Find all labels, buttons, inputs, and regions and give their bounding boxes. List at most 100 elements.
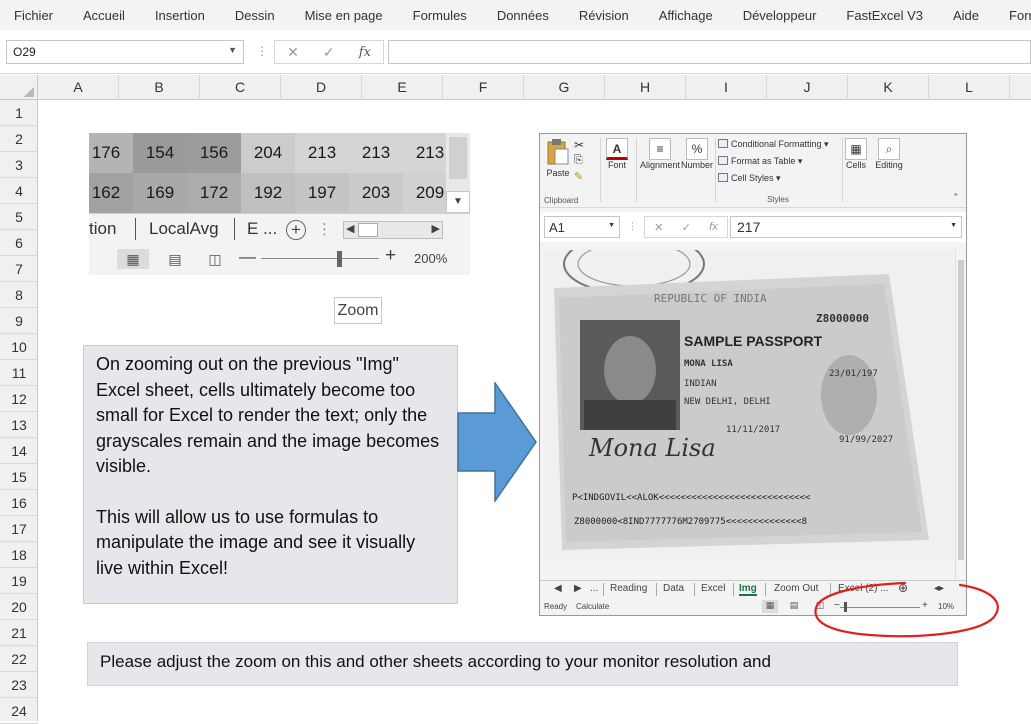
row-header[interactable]: 14 [0, 438, 38, 464]
column-header[interactable]: A [38, 75, 119, 100]
normal-view-icon[interactable]: ▦ [762, 600, 778, 613]
row-header[interactable]: 5 [0, 204, 38, 230]
function-icon[interactable]: fx [709, 221, 718, 233]
sheet-tab-more[interactable]: E ... [247, 214, 277, 244]
function-icon[interactable]: fx [359, 45, 371, 60]
zoom-level[interactable]: 200% [414, 251, 447, 266]
cut-icon[interactable]: ✂ [574, 138, 584, 152]
chevron-down-icon[interactable]: ▼ [950, 222, 957, 229]
grayscale-cell[interactable]: 162 [89, 173, 133, 213]
zoom-minus-button[interactable]: — [239, 247, 256, 267]
menu-aide[interactable]: Aide [945, 8, 1001, 23]
chevron-down-icon[interactable]: ▼ [228, 45, 237, 55]
enter-icon[interactable]: ✓ [682, 221, 691, 234]
page-layout-icon[interactable]: ▤ [786, 600, 802, 613]
column-header[interactable]: D [281, 75, 362, 100]
horizontal-scrollbar[interactable]: ◀ ▶ [343, 221, 443, 239]
grayscale-cell[interactable]: 176 [89, 133, 133, 173]
row-header[interactable]: 18 [0, 542, 38, 568]
row-header[interactable]: 20 [0, 594, 38, 620]
row-header[interactable]: 10 [0, 334, 38, 360]
row-header[interactable]: 15 [0, 464, 38, 490]
cancel-icon[interactable]: ✕ [287, 44, 299, 61]
zoom-slider-knob[interactable] [337, 251, 342, 267]
page-layout-icon[interactable]: ▤ [159, 249, 191, 269]
menu-fastexcel[interactable]: FastExcel V3 [838, 8, 945, 23]
row-header[interactable]: 3 [0, 152, 38, 178]
tab-img[interactable]: Img [739, 583, 757, 596]
row-header[interactable]: 4 [0, 178, 38, 204]
add-sheet-icon[interactable]: + [286, 220, 306, 240]
collapse-ribbon-icon[interactable]: ⌃ [952, 192, 960, 203]
format-painter-icon[interactable]: ✎ [574, 170, 583, 183]
menu-revision[interactable]: Révision [571, 8, 651, 23]
alignment-button[interactable]: ≡ Alignment [638, 138, 682, 170]
menu-mise-en-page[interactable]: Mise en page [297, 8, 405, 23]
grayscale-cell[interactable]: 213 [295, 133, 349, 173]
select-all-corner[interactable] [0, 75, 38, 100]
zoom-plus-button[interactable]: + [385, 245, 396, 267]
font-button[interactable]: A Font [602, 138, 632, 170]
grayscale-cell[interactable]: 213 [349, 133, 403, 173]
tab-scroll-left-icon[interactable]: ◀ [554, 583, 562, 594]
scroll-thumb[interactable] [358, 223, 378, 237]
copy-icon[interactable]: ⎘ [574, 154, 583, 167]
column-header[interactable]: L [929, 75, 1010, 100]
grayscale-cell[interactable]: 172 [187, 173, 241, 213]
tab-reading[interactable]: Reading [610, 583, 647, 594]
menu-dessin[interactable]: Dessin [227, 8, 297, 23]
scroll-thumb[interactable] [449, 137, 467, 179]
row-header[interactable]: 19 [0, 568, 38, 594]
zoom-slider-track[interactable] [261, 258, 379, 259]
row-header[interactable]: 7 [0, 256, 38, 282]
row-header[interactable]: 1 [0, 100, 38, 126]
tab-ellipsis[interactable]: ... [590, 583, 598, 594]
grayscale-cell[interactable]: 156 [187, 133, 241, 173]
column-header[interactable]: B [119, 75, 200, 100]
grayscale-cell[interactable]: 203 [349, 173, 403, 213]
scroll-right-icon[interactable]: ▶ [432, 222, 440, 235]
scroll-thumb[interactable] [958, 260, 964, 560]
column-header[interactable]: K [848, 75, 929, 100]
column-header[interactable]: J [767, 75, 848, 100]
grayscale-cell[interactable]: 154 [133, 133, 187, 173]
cell-styles-button[interactable]: Cell Styles ▾ [718, 173, 781, 184]
row-header[interactable]: 8 [0, 282, 38, 308]
tab-scroll-right-icon[interactable]: ▶ [574, 583, 582, 594]
column-header[interactable]: G [524, 75, 605, 100]
column-header[interactable]: F [443, 75, 524, 100]
page-break-icon[interactable]: ◫ [199, 249, 231, 269]
row-header[interactable]: 17 [0, 516, 38, 542]
name-box[interactable]: O29 ▼ [6, 40, 244, 64]
row-header[interactable]: 9 [0, 308, 38, 334]
scroll-left-icon[interactable]: ◀ [346, 222, 354, 235]
conditional-formatting-button[interactable]: Conditional Formatting ▾ [718, 139, 829, 150]
grayscale-cell[interactable]: 192 [241, 173, 295, 213]
inner-name-box[interactable]: A1 ▼ [544, 216, 620, 238]
column-header[interactable]: H [605, 75, 686, 100]
vertical-scrollbar[interactable]: ▼ [446, 133, 470, 213]
menu-fichier[interactable]: Fichier [0, 8, 75, 23]
column-header[interactable]: C [200, 75, 281, 100]
grayscale-cell[interactable]: 204 [241, 133, 295, 173]
menu-donnees[interactable]: Données [489, 8, 571, 23]
menu-formules[interactable]: Formules [405, 8, 489, 23]
scroll-down-icon[interactable]: ▼ [446, 191, 470, 213]
editing-button[interactable]: ⌕ Editing [872, 138, 906, 170]
column-header[interactable]: I [686, 75, 767, 100]
row-header[interactable]: 2 [0, 126, 38, 152]
inner-formula-input[interactable]: 217 ▼ [730, 216, 962, 238]
grayscale-cell[interactable]: 169 [133, 173, 187, 213]
tab-data[interactable]: Data [663, 583, 684, 594]
paste-button[interactable]: Paste [544, 138, 572, 178]
normal-view-icon[interactable]: ▦ [117, 249, 149, 269]
grayscale-cell[interactable]: 197 [295, 173, 349, 213]
row-header[interactable]: 13 [0, 412, 38, 438]
inner-vertical-scrollbar[interactable] [955, 250, 966, 580]
row-header[interactable]: 12 [0, 386, 38, 412]
row-header[interactable]: 16 [0, 490, 38, 516]
row-header[interactable]: 23 [0, 672, 38, 698]
cells-button[interactable]: ▦ Cells [842, 138, 870, 170]
sheet-tab-partial[interactable]: tion [89, 214, 116, 244]
row-header[interactable]: 22 [0, 646, 38, 672]
